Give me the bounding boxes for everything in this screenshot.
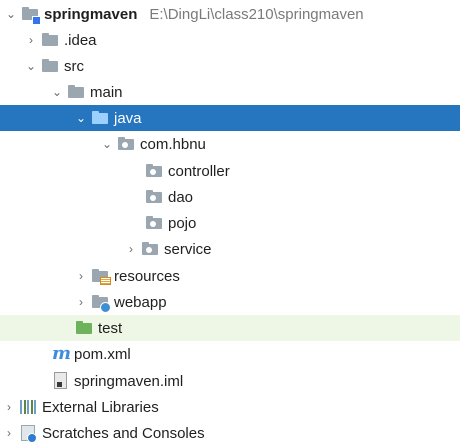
project-name: springmaven xyxy=(44,5,138,23)
tree-row-src[interactable]: ⌄ src xyxy=(0,53,460,79)
tree-row-iml[interactable]: springmaven.iml xyxy=(0,368,460,394)
tree-row-package[interactable]: ⌄ com.hbnu xyxy=(0,131,460,157)
tree-row-idea[interactable]: › .idea xyxy=(0,27,460,53)
chevron-right-icon[interactable]: › xyxy=(0,394,18,420)
tree-label-controller: controller xyxy=(168,162,230,180)
tree-label-scratches: Scratches and Consoles xyxy=(42,424,205,442)
resources-folder-icon xyxy=(90,263,111,289)
tree-row-test[interactable]: test xyxy=(0,315,460,341)
libraries-icon xyxy=(18,394,38,420)
chevron-down-icon[interactable]: ⌄ xyxy=(72,105,90,131)
iml-file-icon xyxy=(50,368,70,394)
chevron-down-icon[interactable]: ⌄ xyxy=(2,1,20,27)
chevron-right-icon[interactable]: › xyxy=(0,420,18,446)
chevron-right-icon[interactable]: › xyxy=(72,263,90,289)
web-folder-icon xyxy=(90,289,111,315)
tree-row-external-libraries[interactable]: › External Libraries xyxy=(0,394,460,420)
project-path: E:\DingLi\class210\springmaven xyxy=(149,5,364,23)
tree-label-resources: resources xyxy=(114,267,180,285)
tree-label-webapp: webapp xyxy=(114,293,167,311)
tree-label-java: java xyxy=(114,109,142,127)
chevron-right-icon[interactable]: › xyxy=(122,236,140,262)
tree-row-service[interactable]: › service xyxy=(0,236,460,262)
tree-label-service: service xyxy=(164,240,212,258)
chevron-right-icon[interactable]: › xyxy=(72,289,90,315)
package-icon xyxy=(144,210,164,236)
tree-label-pojo: pojo xyxy=(168,214,197,232)
tree-label-external-libraries: External Libraries xyxy=(42,398,159,416)
tree-row-pom[interactable]: m pom.xml xyxy=(0,341,460,367)
tree-row-main[interactable]: ⌄ main xyxy=(0,79,460,105)
tree-label-main: main xyxy=(90,83,123,101)
chevron-down-icon[interactable]: ⌄ xyxy=(98,131,116,157)
tree-row-pojo[interactable]: pojo xyxy=(0,210,460,236)
package-icon xyxy=(144,158,164,184)
tree-label-iml: springmaven.iml xyxy=(74,372,184,390)
tree-label-dao: dao xyxy=(168,188,194,206)
maven-icon: m xyxy=(52,343,72,364)
folder-icon xyxy=(66,79,86,105)
tree-row-controller[interactable]: controller xyxy=(0,158,460,184)
tree-row-scratches[interactable]: › Scratches and Consoles xyxy=(0,420,460,446)
tree-label-package: com.hbnu xyxy=(140,135,206,153)
tree-row-project[interactable]: ⌄ springmaven E:\DingLi\class210\springm… xyxy=(0,1,460,27)
tree-row-resources[interactable]: › resources xyxy=(0,263,460,289)
tree-label-idea: .idea xyxy=(64,31,97,49)
source-folder-icon xyxy=(90,105,110,131)
folder-icon xyxy=(40,53,60,79)
package-icon xyxy=(116,131,136,157)
package-icon xyxy=(144,184,164,210)
scratches-icon xyxy=(18,420,38,446)
tree-label-pom: pom.xml xyxy=(74,345,131,363)
tree-row-dao[interactable]: dao xyxy=(0,184,460,210)
folder-icon xyxy=(40,27,60,53)
module-folder-icon xyxy=(20,1,41,27)
test-folder-icon xyxy=(74,315,94,341)
chevron-right-icon[interactable]: › xyxy=(22,27,40,53)
tree-row-java[interactable]: ⌄ java xyxy=(0,105,460,131)
tree-label-src: src xyxy=(64,57,84,75)
chevron-down-icon[interactable]: ⌄ xyxy=(22,53,40,79)
package-icon xyxy=(140,236,160,262)
chevron-down-icon[interactable]: ⌄ xyxy=(48,79,66,105)
tree-row-webapp[interactable]: › webapp xyxy=(0,289,460,315)
tree-label-test: test xyxy=(98,319,123,337)
